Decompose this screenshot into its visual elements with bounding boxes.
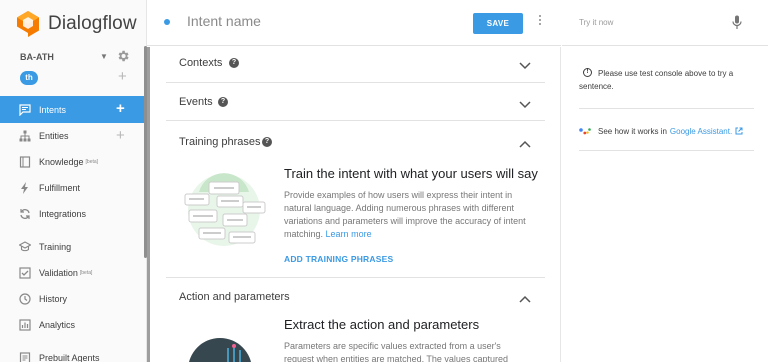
chevron-down-icon[interactable]	[519, 62, 531, 70]
graduation-cap-icon	[19, 241, 31, 253]
add-entity-icon[interactable]: +	[116, 127, 125, 144]
chevron-down-icon[interactable]	[519, 101, 531, 109]
learn-more-link[interactable]: Learn more	[326, 229, 372, 239]
checkbox-icon	[19, 267, 31, 279]
action-description-line: request when entities are matched. The v…	[284, 354, 508, 362]
sidebar-item-label: Validation	[39, 268, 78, 278]
action-description-line: Parameters are specific values extracted…	[284, 341, 501, 351]
document-icon	[19, 352, 31, 362]
section-title: Action and parameters	[179, 291, 290, 303]
intent-name-input[interactable]: Intent name	[187, 13, 261, 29]
add-language-icon[interactable]: +	[118, 68, 127, 85]
sidebar-item-training[interactable]: Training	[0, 234, 144, 260]
sidebar-item-prebuilt-agents[interactable]: Prebuilt Agents	[0, 345, 144, 362]
save-button[interactable]: SAVE	[473, 13, 523, 34]
divider	[579, 108, 754, 109]
add-intent-icon[interactable]: +	[116, 100, 125, 117]
try-it-bar: Try it now	[562, 0, 768, 46]
sidebar-item-intents[interactable]: Intents +	[0, 96, 144, 123]
sidebar-item-label: Intents	[39, 104, 67, 115]
section-title: Events	[179, 96, 213, 108]
google-assistant-link[interactable]: Google Assistant.	[670, 127, 732, 136]
dialogflow-logo-icon	[17, 11, 39, 37]
chat-bubbles-illustration-icon	[184, 173, 266, 246]
action-parameters-section: Action and parameters Extract the action…	[166, 278, 545, 362]
divider	[579, 150, 754, 151]
beta-badge: [beta]	[79, 270, 93, 276]
sync-icon	[19, 208, 31, 220]
status-dot	[164, 19, 170, 25]
hierarchy-icon	[19, 130, 31, 142]
chevron-up-icon[interactable]	[519, 140, 531, 148]
add-training-phrases-button[interactable]: ADD TRAINING PHRASES	[284, 254, 393, 264]
sidebar-item-label: Training	[39, 242, 72, 252]
sidebar-item-validation[interactable]: Validation [beta]	[0, 260, 144, 286]
sidebar: Dialogflow BA-ATH ▼ th + Intents + Entit…	[0, 0, 147, 362]
microphone-icon[interactable]	[732, 15, 742, 30]
training-heading: Train the intent with what your users wi…	[284, 166, 538, 181]
section-title: Contexts	[179, 57, 223, 69]
intent-editor: Contexts ? Events ? Training phrases ? T…	[147, 47, 561, 362]
clock-icon	[19, 293, 31, 305]
editor-scrollbar[interactable]	[147, 47, 150, 362]
google-assistant-icon	[579, 128, 591, 135]
language-row: th +	[20, 68, 132, 87]
chart-icon	[19, 319, 31, 331]
language-pill[interactable]: th	[20, 71, 38, 85]
caret-down-icon: ▼	[100, 52, 108, 61]
test-console: Try it now ! Please use test console abo…	[562, 0, 768, 362]
sidebar-item-fulfillment[interactable]: Fulfillment	[0, 175, 144, 201]
action-description: Parameters are specific values extracted…	[284, 340, 539, 362]
sidebar-item-entities[interactable]: Entities +	[0, 123, 144, 149]
gear-icon[interactable]	[116, 49, 130, 63]
chevron-up-icon[interactable]	[519, 295, 531, 303]
beta-badge: [beta]	[85, 159, 99, 165]
sidebar-item-label: Fulfillment	[39, 183, 81, 193]
section-title: Training phrases	[179, 136, 261, 148]
contexts-section[interactable]: Contexts ?	[166, 47, 545, 83]
training-description-text: Provide examples of how users will expre…	[284, 190, 526, 239]
sidebar-item-analytics[interactable]: Analytics	[0, 312, 144, 338]
book-icon	[19, 156, 31, 168]
training-description: Provide examples of how users will expre…	[284, 189, 539, 241]
sidebar-item-label: History	[39, 294, 68, 304]
external-link-icon[interactable]	[735, 127, 743, 135]
intent-header: Intent name SAVE	[147, 0, 561, 46]
info-message: Please use test console above to try a s…	[579, 69, 734, 91]
agent-name: BA-ATH	[20, 52, 54, 62]
try-it-input[interactable]: Try it now	[579, 18, 613, 27]
agent-selector[interactable]: BA-ATH ▼	[20, 49, 132, 66]
sidebar-item-history[interactable]: History	[0, 286, 144, 312]
events-section[interactable]: Events ?	[166, 83, 545, 121]
help-icon[interactable]: ?	[229, 58, 239, 68]
sidebar-item-label: Knowledge	[39, 157, 84, 167]
action-heading: Extract the action and parameters	[284, 317, 480, 332]
sidebar-item-knowledge[interactable]: Knowledge [beta]	[0, 149, 144, 175]
chat-icon	[19, 103, 31, 116]
google-assistant-row: See how it works in Google Assistant.	[579, 125, 743, 137]
google-assistant-text: See how it works in	[598, 126, 667, 136]
help-icon[interactable]: ?	[262, 137, 272, 147]
sidebar-item-label: Analytics	[39, 320, 76, 330]
app: Dialogflow BA-ATH ▼ th + Intents + Entit…	[0, 0, 768, 362]
sidebar-item-label: Prebuilt Agents	[39, 353, 100, 362]
training-phrases-section: Training phrases ? Train the intent with…	[166, 121, 545, 278]
sidebar-item-integrations[interactable]: Integrations	[0, 201, 144, 227]
parameters-illustration-icon	[189, 338, 251, 362]
help-icon[interactable]: ?	[218, 97, 228, 107]
brand[interactable]: Dialogflow	[16, 10, 137, 38]
sidebar-item-label: Entities	[39, 131, 69, 141]
more-options-icon[interactable]	[536, 15, 544, 31]
brand-name: Dialogflow	[48, 13, 137, 34]
lightning-icon	[19, 182, 31, 194]
sidebar-item-label: Integrations	[39, 209, 87, 219]
sidebar-nav: Intents + Entities + Knowledge [beta] Fu…	[0, 96, 144, 362]
